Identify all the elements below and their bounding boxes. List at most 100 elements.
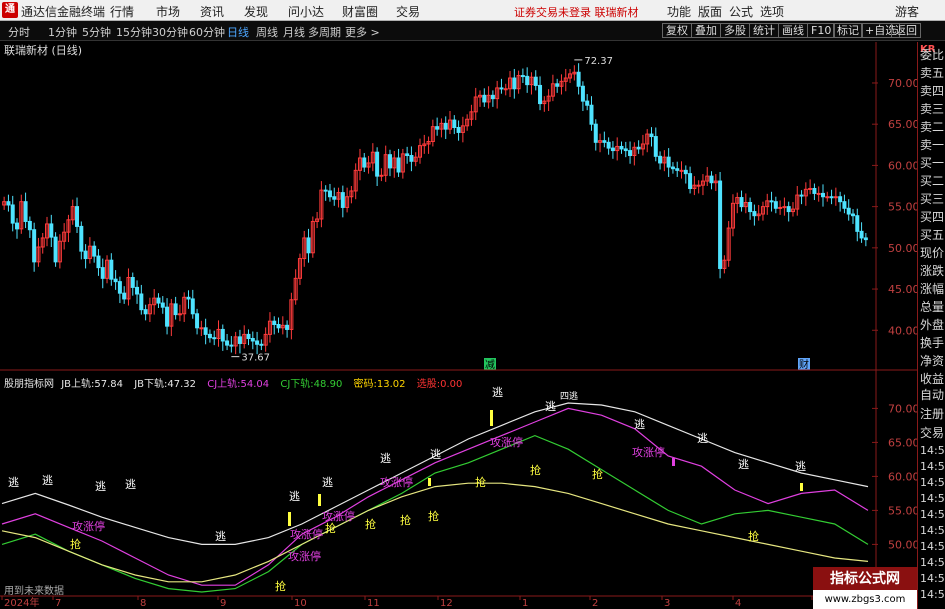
candle-body [520, 75, 525, 78]
candle-body [340, 192, 345, 208]
candle-body [405, 153, 410, 157]
event-finance: 财 [799, 358, 809, 371]
candle-body [752, 211, 757, 217]
price-tick-label: 55.00 [888, 201, 920, 214]
escape-marker: 逃 [634, 418, 645, 431]
candle-body [23, 201, 28, 222]
escape-marker: 逃 [42, 474, 53, 487]
limit-up-marker: 攻涨停 [380, 475, 413, 489]
candle-body [602, 140, 607, 143]
rp-item-2: 卖四 [920, 84, 945, 98]
candle-body [456, 126, 461, 133]
candle-body [658, 155, 663, 164]
candle-body [623, 148, 628, 152]
candle-body [666, 156, 671, 168]
rp-trade[interactable]: 交易 [920, 424, 944, 441]
rp-register[interactable]: 注册 [920, 405, 944, 422]
price-tick-label: 70.00 [888, 77, 920, 90]
candle-body [225, 340, 230, 346]
candle-body [220, 328, 225, 342]
candle-body [143, 309, 148, 315]
candle-body [332, 196, 337, 200]
rp-item-6: 买一 [920, 156, 945, 170]
candle-body [503, 88, 508, 91]
signal-bar [428, 478, 431, 486]
low-marker: 37.67 [241, 353, 270, 364]
candle-body [619, 145, 624, 150]
rp-time-8: 14:56 [920, 572, 945, 585]
candle-body [688, 173, 693, 189]
x-tick-label: 4 [735, 598, 741, 609]
candle-body [808, 187, 813, 190]
candle-body [855, 215, 860, 232]
candle-body [135, 286, 140, 295]
signal-bar [672, 458, 675, 466]
candle-body [379, 174, 384, 177]
x-tick-label: 7 [55, 598, 61, 609]
rp-item-17: 净资 [920, 354, 945, 368]
rp-time-7: 14:56 [920, 556, 945, 569]
candle-body [606, 141, 611, 149]
escape-marker: 逃 [545, 400, 556, 413]
candle-body [670, 166, 675, 170]
candle-body [679, 169, 684, 172]
candle-body [323, 189, 328, 192]
rp-item-7: 买二 [920, 174, 945, 188]
quote-side-panel: KR 委比 卖五 卖四 卖三 卖二 卖一 买一 买二 买三 买四 买五 现价 涨跌 涨幅 总量 外盘 换手 净资收… [917, 42, 945, 609]
signal-bar [318, 494, 321, 506]
high-marker: 72.37 [584, 56, 613, 67]
price-tick-label: 60.00 [888, 159, 920, 172]
escape-marker: 逃 [380, 452, 391, 465]
candlestick-series [2, 63, 868, 355]
candle-body [92, 245, 97, 257]
candle-body [525, 75, 530, 86]
limit-up-marker: 攻涨停 [490, 435, 523, 449]
price-tick-label: 40.00 [888, 324, 920, 337]
grab-marker: 抢 [400, 513, 411, 527]
candle-body [816, 192, 821, 195]
x-tick-label: 3 [664, 598, 670, 609]
grab-marker: 抢 [365, 517, 376, 531]
candle-body [259, 343, 264, 346]
candle-body [362, 157, 367, 168]
candle-body [863, 237, 868, 241]
rp-item-10: 买五 [920, 228, 945, 242]
limit-up-marker: 攻涨停 [72, 519, 105, 533]
candle-body [203, 327, 208, 335]
escape-marker: 逃 [697, 432, 708, 445]
candle-body [53, 236, 58, 263]
escape-marker: 逃 [795, 460, 806, 473]
signal-bar [288, 512, 291, 526]
candle-body [327, 190, 332, 198]
candle-body [237, 336, 242, 344]
candle-body [109, 259, 114, 280]
x-tick-label: 1 [522, 598, 528, 609]
candle-body [276, 324, 281, 329]
candle-body [649, 133, 654, 138]
rp-item-9: 买四 [920, 210, 945, 224]
candle-body [15, 222, 20, 230]
chart-canvas[interactable]: 40.00 45.00 50.00 55.00 60.00 65.00 70.00 45.0… [0, 0, 945, 609]
rp-time-2: 14:55 [920, 476, 945, 489]
x-tick-label: 11 [367, 598, 380, 609]
x-tick-label: 12 [440, 598, 453, 609]
candle-body [499, 87, 504, 90]
candle-body [306, 237, 311, 254]
signal-bar [490, 410, 493, 426]
candle-body [829, 196, 834, 199]
ind-code: 密码:13.02 [353, 379, 406, 390]
candle-body [636, 146, 641, 150]
limit-up-marker: 攻涨停 [322, 509, 355, 523]
rp-item-5: 卖一 [920, 138, 945, 152]
candle-body [769, 200, 774, 203]
price-tick-label: 45.00 [888, 283, 920, 296]
candle-body [782, 206, 787, 209]
candle-body [113, 278, 118, 283]
candle-body [555, 83, 560, 87]
candle-body [186, 296, 191, 300]
candle-body [195, 313, 200, 329]
rp-auto[interactable]: 自动 [920, 386, 944, 403]
escape-marker: 逃 [430, 448, 441, 461]
grab-marker: 抢 [428, 509, 439, 523]
candle-body [833, 196, 838, 199]
